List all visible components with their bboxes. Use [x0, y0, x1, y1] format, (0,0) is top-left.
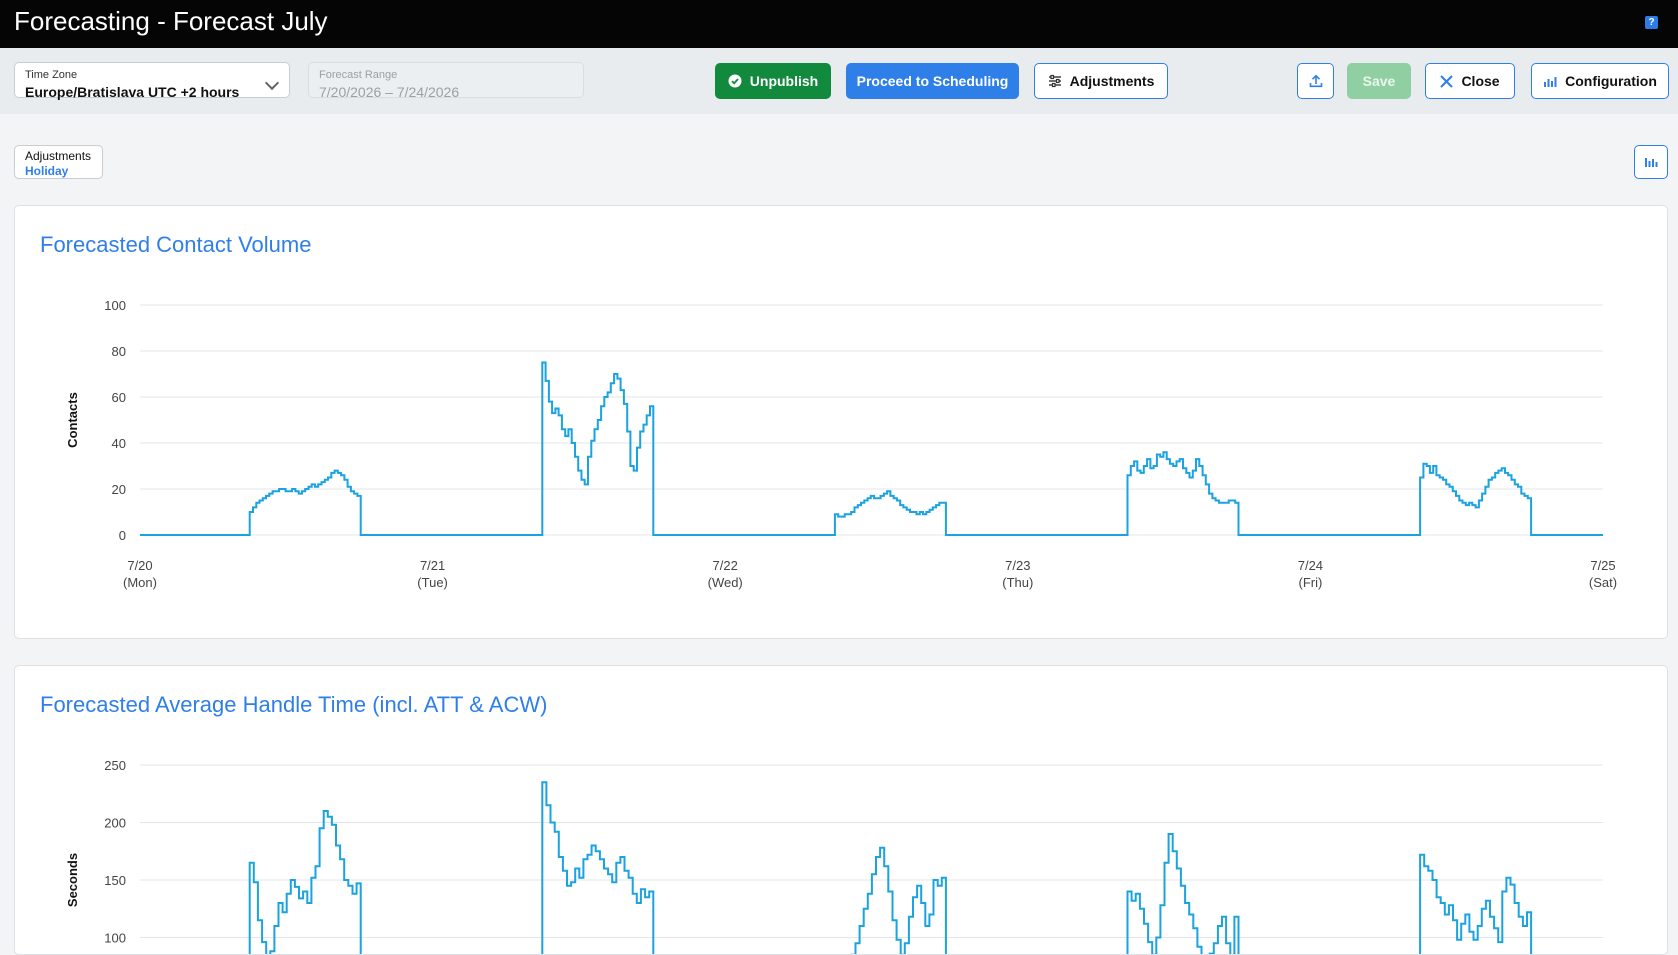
x-tick-day: (Tue): [417, 575, 448, 590]
forecast-range-field: Forecast Range 7/20/2026 – 7/24/2026: [308, 62, 584, 100]
y-tick-label: 80: [112, 344, 126, 359]
proceed-to-scheduling-button[interactable]: Proceed to Scheduling: [846, 63, 1019, 99]
y-tick-label: 60: [112, 390, 126, 405]
adjustments-button[interactable]: Adjustments: [1034, 63, 1168, 99]
forecast-range-value: 7/20/2026 – 7/24/2026: [319, 84, 460, 100]
upload-icon: [1309, 74, 1322, 88]
x-tick-date: 7/23: [1005, 558, 1030, 573]
series-line: [248, 781, 1533, 954]
y-tick-label: 250: [104, 758, 126, 773]
close-label: Close: [1461, 73, 1500, 89]
x-tick-day: (Thu): [1002, 575, 1033, 590]
unpublish-label: Unpublish: [749, 73, 819, 89]
y-tick-label: 20: [112, 482, 126, 497]
y-tick-label: 150: [104, 873, 126, 888]
configuration-button[interactable]: Configuration: [1531, 63, 1669, 99]
contact-volume-panel: Forecasted Contact Volume 0 20 40 60 80 100 Co…: [14, 205, 1668, 639]
y-axis-label: Seconds: [65, 853, 80, 907]
y-tick-label: 100: [104, 931, 126, 946]
x-tick-day: (Sat): [1589, 575, 1617, 590]
export-button[interactable]: [1297, 63, 1334, 99]
check-circle-icon: [728, 74, 742, 88]
unpublish-button[interactable]: Unpublish: [715, 63, 831, 99]
title-bar: Forecasting - Forecast July ?: [0, 0, 1678, 48]
y-tick-label: 0: [119, 528, 126, 543]
y-axis-label: Contacts: [65, 392, 80, 448]
proceed-label: Proceed to Scheduling: [856, 73, 1009, 89]
x-tick-date: 7/20: [127, 558, 152, 573]
save-label: Save: [1362, 73, 1396, 89]
bar-chart-icon: [1645, 158, 1658, 167]
x-tick-date: 7/24: [1298, 558, 1323, 573]
aht-panel: Forecasted Average Handle Time (incl. AT…: [14, 665, 1668, 955]
close-button[interactable]: Close: [1425, 63, 1515, 99]
aht-chart: 100 150 200 250 Seconds: [65, 758, 1603, 954]
x-tick-day: (Wed): [708, 575, 743, 590]
chart-view-toggle[interactable]: [1634, 145, 1668, 179]
time-zone-value: Europe/Bratislava UTC +2 hours: [25, 84, 240, 100]
y-tick-label: 40: [112, 436, 126, 451]
app-title: Forecasting - Forecast July: [14, 6, 328, 36]
sliders-icon: [1048, 74, 1061, 88]
x-tick-day: (Fri): [1298, 575, 1322, 590]
x-tick-date: 7/22: [713, 558, 738, 573]
close-icon: [1440, 74, 1454, 88]
x-tick-date: 7/25: [1590, 558, 1615, 573]
y-tick-label: 200: [104, 816, 126, 831]
series-line: [140, 361, 1603, 536]
save-button[interactable]: Save: [1347, 63, 1411, 99]
time-zone-select[interactable]: Time Zone Europe/Bratislava UTC +2 hours: [14, 62, 290, 100]
x-tick-date: 7/21: [420, 558, 445, 573]
adjustments-chip[interactable]: Adjustments Holiday: [14, 145, 103, 179]
x-tick-day: (Mon): [123, 575, 157, 590]
forecast-range-label: Forecast Range: [319, 69, 398, 81]
adjustments-chip-value: Holiday: [25, 164, 69, 178]
adjustments-chip-title: Adjustments: [25, 149, 92, 163]
time-zone-label: Time Zone: [25, 69, 78, 81]
bar-chart-icon: [1544, 77, 1557, 87]
y-tick-label: 100: [104, 298, 126, 313]
chevron-down-icon: [264, 75, 280, 91]
configuration-label: Configuration: [1565, 73, 1657, 89]
adjustments-label: Adjustments: [1069, 73, 1155, 89]
help-icon[interactable]: ?: [1645, 16, 1658, 29]
contact-volume-chart: 0 20 40 60 80 100 Contacts 7/20 (Mon) 7/21 (Tue) 7/…: [65, 298, 1617, 590]
